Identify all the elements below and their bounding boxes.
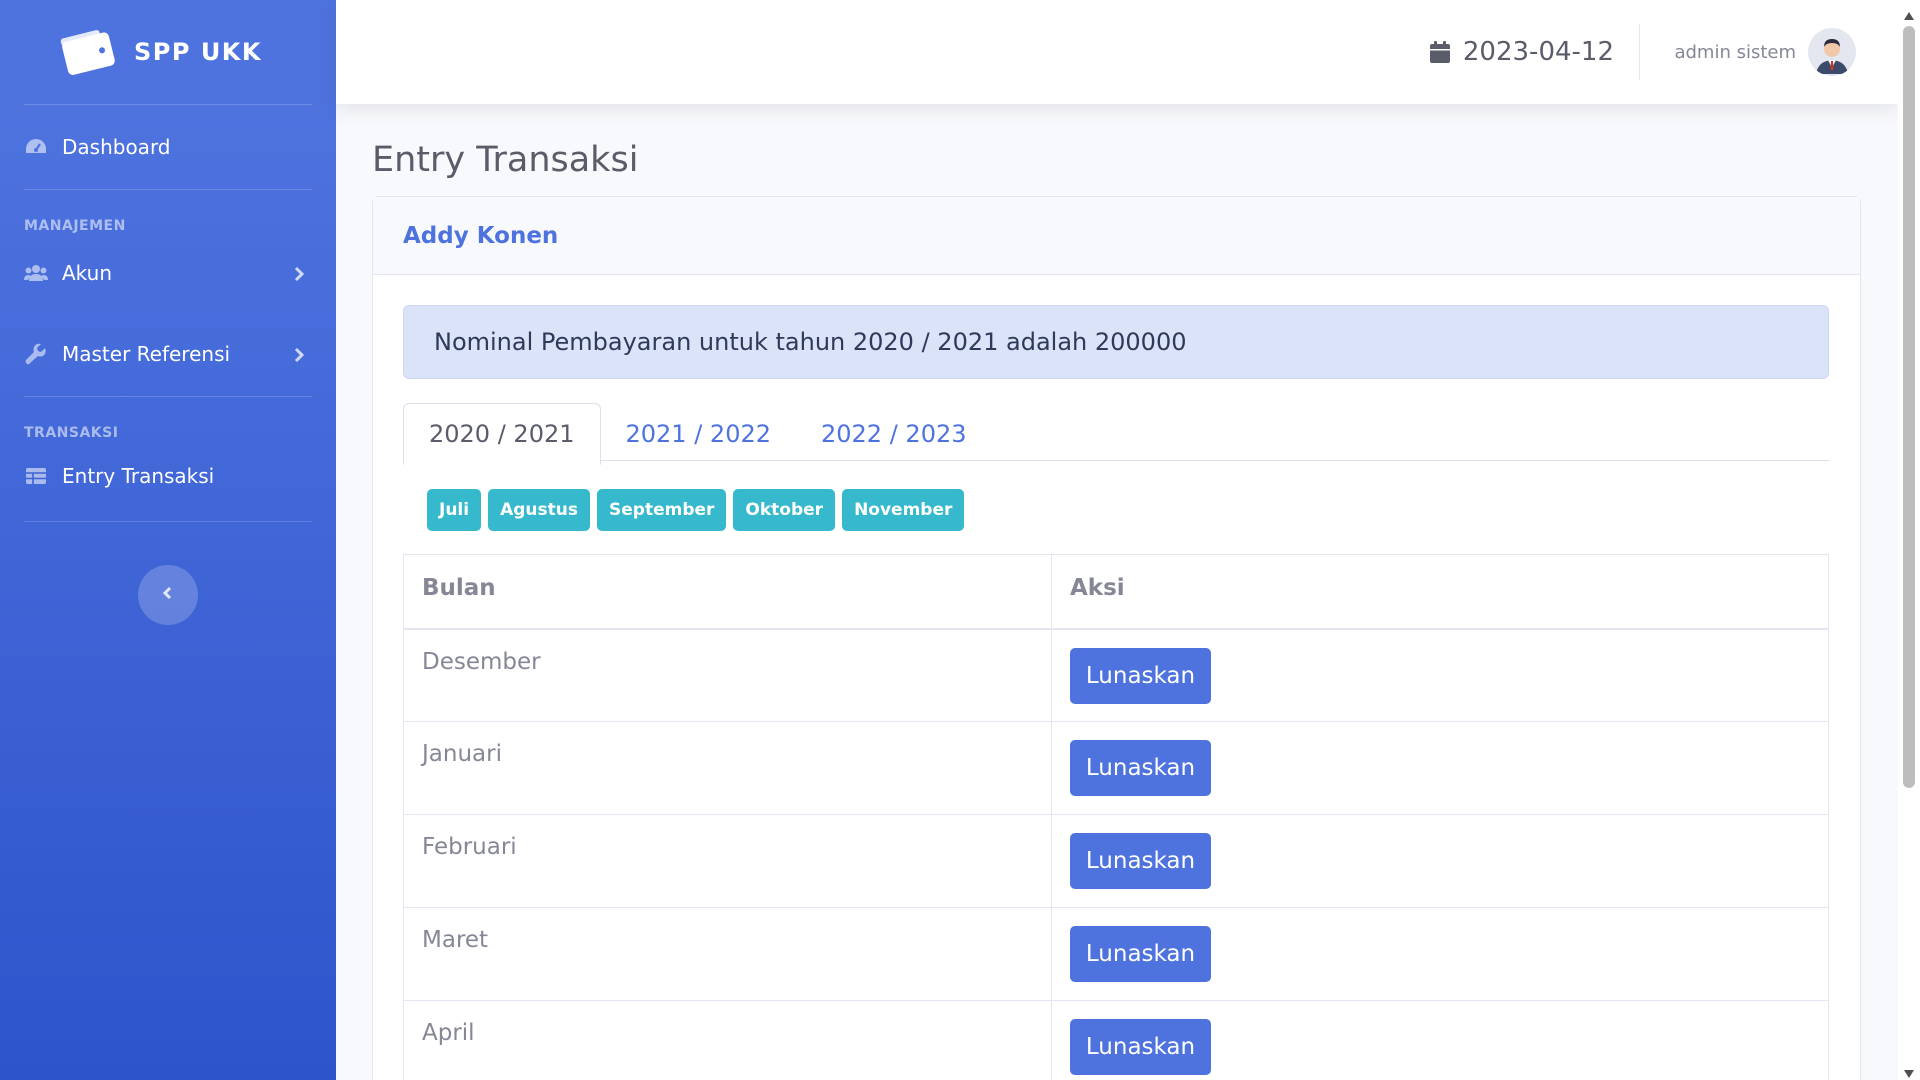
lunaskan-button[interactable]: Lunaskan bbox=[1070, 1019, 1211, 1075]
topbar-date: 2023-04-12 bbox=[1429, 0, 1614, 104]
transaction-card: Addy Konen Nominal Pembayaran untuk tahu… bbox=[372, 196, 1861, 1080]
table-row: April Lunaskan bbox=[403, 1000, 1829, 1080]
wrench-icon bbox=[24, 342, 48, 366]
brand-text: SPP UKK bbox=[134, 38, 263, 66]
user-name: admin sistem bbox=[1674, 41, 1796, 63]
sidebar-item-label: Akun bbox=[62, 261, 112, 285]
action-cell: Lunaskan bbox=[1051, 907, 1829, 1001]
month-badge-september[interactable]: September bbox=[597, 489, 727, 531]
table-row: Maret Lunaskan bbox=[403, 907, 1829, 1001]
sidebar: SPP UKK Dashboard MANAJEMEN Akun Master … bbox=[0, 0, 336, 1080]
chevron-right-icon bbox=[292, 264, 306, 282]
month-cell: Februari bbox=[403, 814, 1052, 908]
tab-2021-2022[interactable]: 2021 / 2022 bbox=[601, 403, 797, 465]
page-scrollbar[interactable] bbox=[1898, 0, 1920, 1080]
lunaskan-button[interactable]: Lunaskan bbox=[1070, 926, 1211, 982]
sidebar-toggle-button[interactable] bbox=[138, 565, 198, 625]
scrollbar-thumb[interactable] bbox=[1903, 26, 1915, 788]
brand[interactable]: SPP UKK bbox=[0, 0, 336, 104]
table-row: Januari Lunaskan bbox=[403, 721, 1829, 815]
sidebar-item-dashboard[interactable]: Dashboard bbox=[0, 105, 336, 189]
month-cell: April bbox=[403, 1000, 1052, 1080]
table-row: Februari Lunaskan bbox=[403, 814, 1829, 908]
lunaskan-button[interactable]: Lunaskan bbox=[1070, 740, 1211, 796]
month-badge-oktober[interactable]: Oktober bbox=[733, 489, 836, 531]
action-cell: Lunaskan bbox=[1051, 1000, 1829, 1080]
topbar: 2023-04-12 admin sistem bbox=[336, 0, 1898, 104]
sidebar-item-master-referensi[interactable]: Master Referensi bbox=[0, 312, 336, 396]
month-badge-juli[interactable]: Juli bbox=[427, 489, 482, 531]
paid-months: Juli Agustus September Oktober November bbox=[427, 489, 971, 531]
month-cell: Desember bbox=[403, 628, 1052, 722]
column-header-aksi: Aksi bbox=[1051, 554, 1829, 630]
table-icon bbox=[24, 464, 48, 488]
calendar-icon bbox=[1429, 40, 1451, 64]
wallet-icon bbox=[58, 27, 116, 77]
sidebar-heading-transaksi: TRANSAKSI bbox=[24, 425, 119, 441]
month-badge-november[interactable]: November bbox=[842, 489, 965, 531]
action-cell: Lunaskan bbox=[1051, 628, 1829, 722]
action-cell: Lunaskan bbox=[1051, 721, 1829, 815]
date-text: 2023-04-12 bbox=[1462, 37, 1614, 67]
sidebar-heading-manajemen: MANAJEMEN bbox=[24, 218, 126, 234]
topbar-divider bbox=[1639, 24, 1640, 80]
unpaid-months-table: Bulan Aksi Desember Lunaskan Januari Lun… bbox=[403, 554, 1829, 1080]
action-cell: Lunaskan bbox=[1051, 814, 1829, 908]
tab-2020-2021[interactable]: 2020 / 2021 bbox=[403, 403, 601, 465]
sidebar-item-akun[interactable]: Akun bbox=[0, 234, 336, 312]
tachometer-icon bbox=[24, 135, 48, 159]
avatar bbox=[1808, 28, 1856, 76]
payment-info-alert: Nominal Pembayaran untuk tahun 2020 / 20… bbox=[403, 305, 1829, 379]
tab-2022-2023[interactable]: 2022 / 2023 bbox=[796, 403, 992, 465]
lunaskan-button[interactable]: Lunaskan bbox=[1070, 647, 1211, 704]
month-cell: Maret bbox=[403, 907, 1052, 1001]
table-row: Desember Lunaskan bbox=[403, 628, 1829, 722]
scroll-up-arrow-icon[interactable] bbox=[1903, 6, 1915, 20]
lunaskan-button[interactable]: Lunaskan bbox=[1070, 833, 1211, 889]
chevron-left-icon bbox=[161, 585, 175, 605]
year-tabs: 2020 / 2021 2021 / 2022 2022 / 2023 bbox=[403, 403, 1829, 465]
sidebar-divider bbox=[24, 521, 312, 522]
user-menu[interactable]: admin sistem bbox=[1674, 0, 1856, 104]
sidebar-item-label: Entry Transaksi bbox=[62, 464, 215, 488]
sidebar-item-entry-transaksi[interactable]: Entry Transaksi bbox=[0, 441, 336, 511]
users-icon bbox=[24, 261, 48, 285]
sidebar-item-label: Dashboard bbox=[62, 135, 171, 159]
chevron-right-icon bbox=[292, 345, 306, 363]
table-header-row: Bulan Aksi bbox=[403, 554, 1829, 630]
month-cell: Januari bbox=[403, 721, 1052, 815]
sidebar-item-label: Master Referensi bbox=[62, 342, 231, 366]
student-name: Addy Konen bbox=[373, 197, 1860, 275]
scroll-down-arrow-icon[interactable] bbox=[1903, 1064, 1915, 1078]
month-badge-agustus[interactable]: Agustus bbox=[488, 489, 590, 531]
column-header-bulan: Bulan bbox=[403, 554, 1052, 630]
page-title: Entry Transaksi bbox=[372, 140, 639, 180]
